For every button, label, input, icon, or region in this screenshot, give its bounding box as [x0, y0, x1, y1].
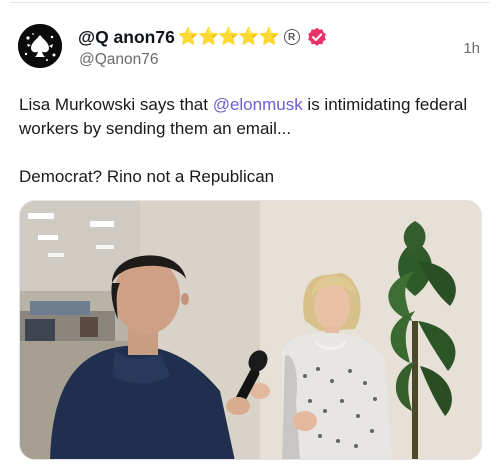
post-text-before-mention: Lisa Murkowski says that — [19, 95, 213, 114]
mention-link[interactable]: @elonmusk — [213, 95, 303, 114]
verified-badge-icon[interactable] — [307, 27, 327, 47]
author-handle[interactable]: @Qanon76 — [79, 51, 159, 69]
post-text: Lisa Murkowski says that @elonmusk is in… — [19, 93, 481, 189]
video-frame-image — [20, 201, 481, 459]
star-decoration: ⭐⭐⭐⭐⭐ — [177, 27, 280, 46]
post-text-line-2: Democrat? Rino not a Republican — [19, 167, 275, 186]
registered-mark-icon: R — [283, 29, 300, 45]
post-text-line-1: Lisa Murkowski says that @elonmusk is in… — [19, 93, 481, 141]
display-name[interactable]: @Q anon76 — [78, 27, 175, 48]
author-name-row: @Q anon76 ⭐⭐⭐⭐⭐ R — [78, 25, 327, 49]
top-divider — [10, 2, 490, 3]
video-thumbnail[interactable] — [19, 200, 482, 460]
post-timestamp[interactable]: 1h — [463, 40, 480, 57]
spade-splash-avatar-icon — [18, 24, 62, 68]
avatar[interactable] — [18, 24, 62, 68]
